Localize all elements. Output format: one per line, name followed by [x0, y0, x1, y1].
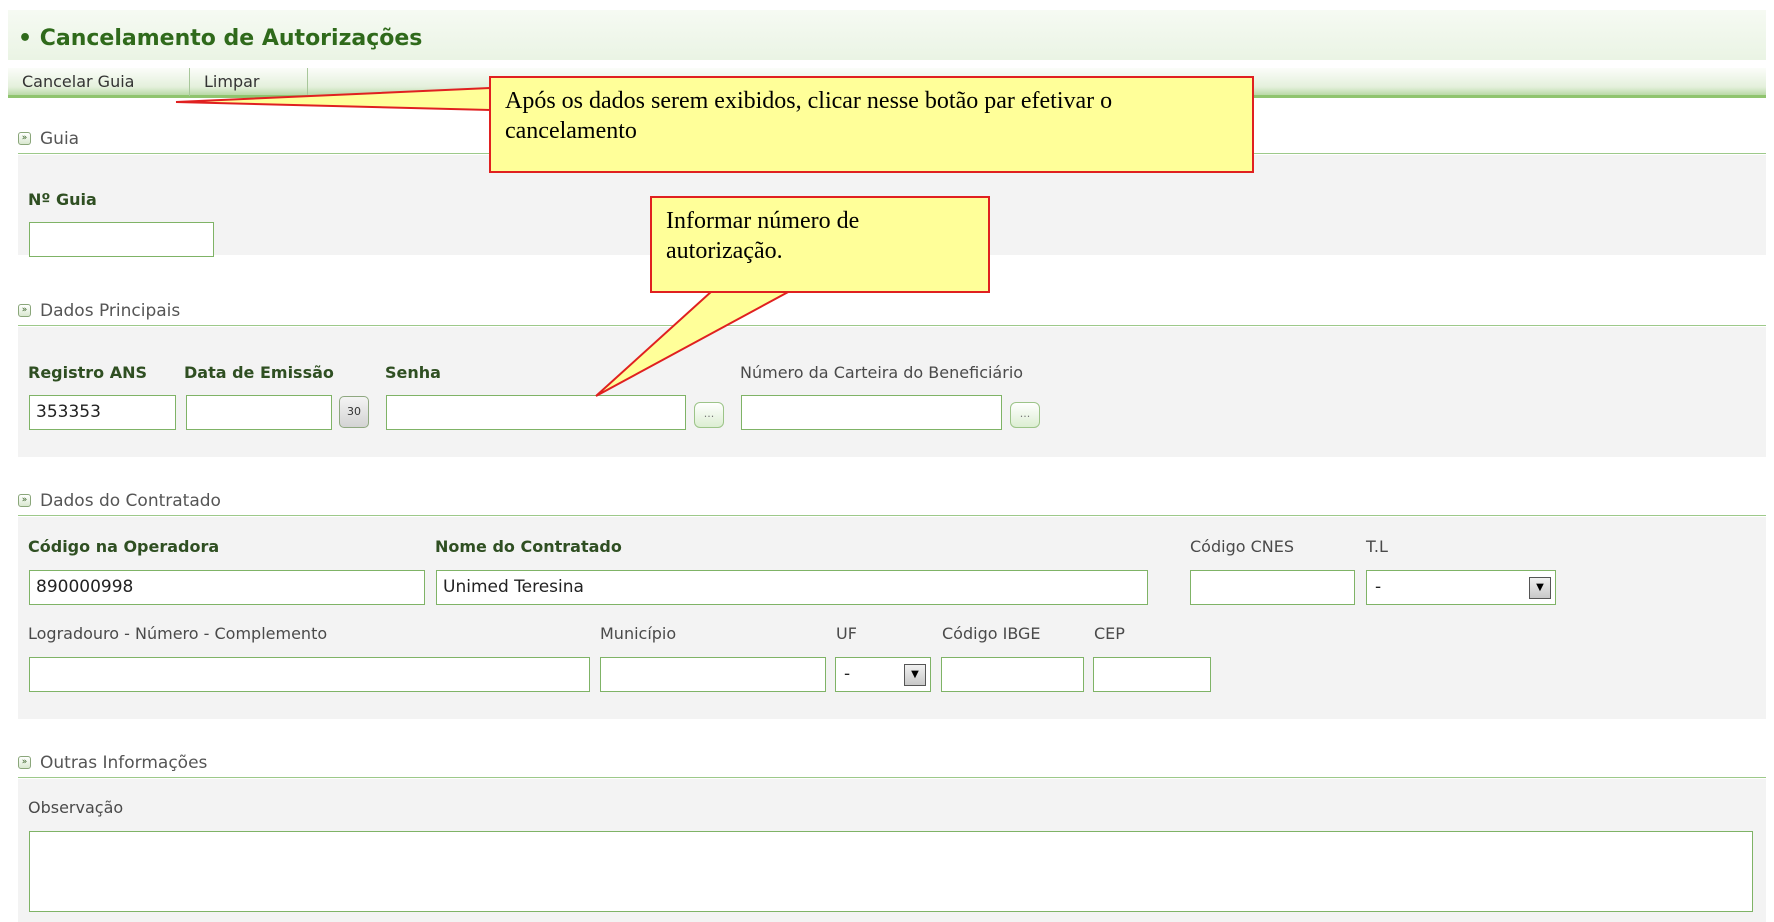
cancel-guia-button[interactable]: Cancelar Guia [8, 68, 190, 96]
municipio-input[interactable] [600, 657, 826, 692]
codigo-operadora-field[interactable]: 890000998 [29, 570, 425, 605]
page-header: • Cancelamento de Autorizações [8, 10, 1766, 60]
cep-label: CEP [1094, 624, 1125, 643]
page-title: • Cancelamento de Autorizações [18, 26, 423, 51]
logradouro-input[interactable] [29, 657, 590, 692]
codigo-operadora-label: Código na Operadora [28, 537, 220, 556]
section-dados-principais-title: Dados Principais [40, 301, 181, 321]
clear-button[interactable]: Limpar [190, 68, 308, 96]
nome-contratado-field[interactable]: Unimed Teresina [436, 570, 1148, 605]
observacao-textarea[interactable] [29, 831, 1753, 912]
section-outras-title: Outras Informações [40, 753, 208, 773]
registro-ans-field[interactable]: 353353 [29, 395, 176, 430]
numero-annotation-callout: Informar número de autorização. [650, 196, 990, 293]
dropdown-arrow-icon[interactable]: ▼ [904, 664, 926, 686]
codigo-ibge-input[interactable] [941, 657, 1084, 692]
codigo-ibge-label: Código IBGE [942, 624, 1041, 643]
carteira-input[interactable] [741, 395, 1002, 430]
collapse-icon[interactable]: » [18, 494, 31, 507]
registro-ans-label: Registro ANS [28, 363, 148, 382]
section-guia-title: Guia [40, 129, 80, 149]
observacao-label: Observação [28, 798, 124, 817]
dropdown-arrow-icon[interactable]: ▼ [1529, 577, 1551, 599]
collapse-icon[interactable]: » [18, 304, 31, 317]
tl-select-value: - [1375, 577, 1382, 597]
section-dados-principais-header[interactable]: » Dados Principais [18, 300, 1766, 326]
numero-guia-label: Nº Guia [28, 190, 97, 209]
carteira-label: Número da Carteira do Beneficiário [740, 363, 1024, 382]
codigo-cnes-input[interactable] [1190, 570, 1355, 605]
logradouro-label: Logradouro - Número - Complemento [28, 624, 328, 643]
municipio-label: Município [600, 624, 677, 643]
tl-label: T.L [1366, 537, 1388, 556]
uf-select[interactable]: - ▼ [835, 657, 931, 692]
numero-guia-input[interactable] [29, 222, 214, 257]
tl-select[interactable]: - ▼ [1366, 570, 1556, 605]
calendar-icon[interactable]: 30 [339, 396, 369, 428]
senha-input[interactable] [386, 395, 686, 430]
section-dados-principais-panel [18, 327, 1766, 457]
collapse-icon[interactable]: » [18, 132, 31, 145]
section-contratado-header[interactable]: » Dados do Contratado [18, 490, 1766, 516]
cancel-annotation-callout: Após os dados serem exibidos, clicar nes… [489, 76, 1254, 173]
uf-label: UF [836, 624, 857, 643]
nome-contratado-label: Nome do Contratado [435, 537, 622, 556]
data-emissao-label: Data de Emissão [184, 363, 334, 382]
uf-select-value: - [844, 664, 851, 684]
codigo-cnes-label: Código CNES [1190, 537, 1294, 556]
senha-lookup-button[interactable]: ... [694, 402, 724, 428]
data-emissao-input[interactable] [186, 395, 332, 430]
page-title-text: Cancelamento de Autorizações [39, 26, 423, 51]
senha-label: Senha [385, 363, 441, 382]
collapse-icon[interactable]: » [18, 756, 31, 769]
section-outras-header[interactable]: » Outras Informações [18, 752, 1766, 778]
section-contratado-title: Dados do Contratado [40, 491, 221, 511]
cep-input[interactable] [1093, 657, 1211, 692]
carteira-lookup-button[interactable]: ... [1010, 402, 1040, 428]
